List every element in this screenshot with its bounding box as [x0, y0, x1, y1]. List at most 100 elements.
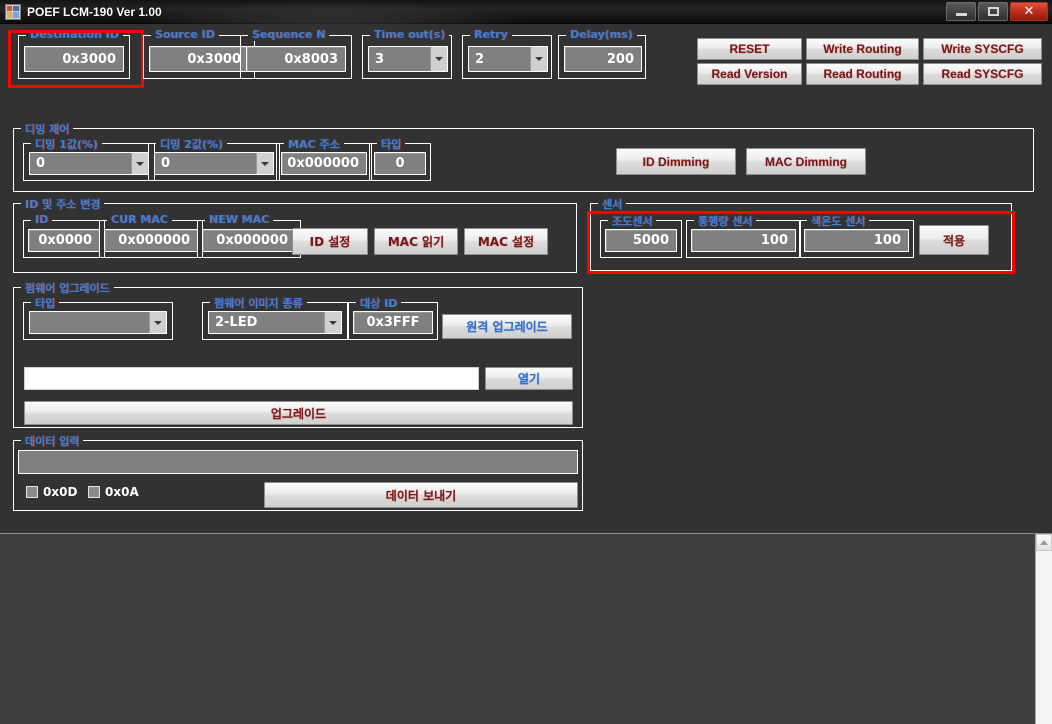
- checkbox-0x0a[interactable]: 0x0A: [88, 485, 139, 499]
- checkbox-0x0a-box[interactable]: [88, 486, 100, 498]
- group-label-data-input: 데이터 입력: [21, 433, 84, 449]
- chevron-down-icon[interactable]: [324, 312, 341, 333]
- group-id: ID 0x0000: [23, 213, 105, 258]
- group-label-dimming-mac-address: MAC 주소: [284, 136, 344, 152]
- id-set-button[interactable]: ID 설정: [292, 228, 368, 255]
- group-destination-id: Destination ID 0x3000: [18, 28, 130, 79]
- group-dimming-control: 디밍 제어 디밍 1값(%) 0 디밍 2값(%) 0 MAC 주소 0x000…: [13, 121, 1034, 192]
- id-dimming-button[interactable]: ID Dimming: [616, 148, 736, 175]
- firmware-path-value: [25, 368, 478, 374]
- delay-input[interactable]: 200: [564, 46, 642, 72]
- group-label-retry: Retry: [470, 28, 512, 41]
- chevron-down-icon[interactable]: [430, 47, 447, 71]
- scroll-up-icon[interactable]: [1036, 534, 1052, 551]
- illuminance-sensor-input[interactable]: 5000: [605, 229, 677, 252]
- app-icon: [5, 3, 21, 20]
- checkbox-0x0d-label: 0x0D: [43, 485, 78, 499]
- group-data-input: 데이터 입력 0x0D 0x0A 데이터 보내기: [13, 433, 583, 511]
- chevron-down-icon[interactable]: [256, 153, 273, 174]
- checkbox-0x0d-box[interactable]: [26, 486, 38, 498]
- target-id-input[interactable]: 0x3FFF: [353, 311, 433, 334]
- close-button[interactable]: ✕: [1010, 2, 1048, 21]
- group-label-traffic-sensor: 통행량 센서: [694, 213, 757, 229]
- write-routing-button[interactable]: Write Routing: [806, 38, 919, 60]
- id-input[interactable]: 0x0000: [28, 229, 100, 252]
- group-label-time-out: Time out(s): [370, 28, 450, 41]
- dimming-value-2-combo[interactable]: 0: [154, 152, 274, 175]
- minimize-button[interactable]: [946, 2, 976, 21]
- title-bar[interactable]: POEF LCM-190 Ver 1.00 ✕: [0, 0, 1052, 24]
- minimize-icon: [955, 13, 967, 16]
- sequence-n-input[interactable]: 0x8003: [246, 46, 346, 72]
- group-dimming-mac-address: MAC 주소 0x000000: [276, 136, 372, 181]
- maximize-icon: [987, 7, 999, 16]
- window-title: POEF LCM-190 Ver 1.00: [27, 4, 162, 19]
- group-illuminance-sensor: 조도센서 5000: [600, 213, 682, 258]
- group-retry: Retry 2: [462, 28, 552, 79]
- send-data-button[interactable]: 데이터 보내기: [264, 482, 578, 508]
- group-label-firmware-type: 타입: [31, 295, 60, 311]
- firmware-path-input[interactable]: [24, 367, 479, 390]
- traffic-sensor-input[interactable]: 100: [691, 229, 796, 252]
- group-new-mac: NEW MAC 0x000000: [197, 213, 301, 258]
- group-label-dimming-control: 디밍 제어: [21, 121, 74, 137]
- read-routing-button[interactable]: Read Routing: [806, 63, 919, 85]
- data-input-field[interactable]: [18, 450, 578, 474]
- checkbox-0x0a-label: 0x0A: [105, 485, 139, 499]
- dimming-value-1-value: 0: [36, 156, 46, 171]
- group-label-firmware-image-type: 펌웨어 이미지 종류: [210, 295, 307, 311]
- new-mac-input[interactable]: 0x000000: [202, 229, 296, 252]
- mac-dimming-button[interactable]: MAC Dimming: [746, 148, 866, 175]
- group-label-dimming-type: 타입: [377, 136, 406, 152]
- group-label-id-address-change: ID 및 주소 변경: [21, 196, 105, 212]
- group-cur-mac: CUR MAC 0x000000: [99, 213, 203, 258]
- upgrade-button[interactable]: 업그레이드: [24, 401, 573, 425]
- source-id-input[interactable]: 0x3000: [149, 46, 249, 72]
- chevron-down-icon[interactable]: [530, 47, 547, 71]
- color-temp-sensor-input[interactable]: 100: [804, 229, 909, 252]
- group-label-new-mac: NEW MAC: [205, 213, 274, 226]
- group-label-firmware-upgrade: 펌웨어 업그레이드: [21, 280, 114, 296]
- time-out-value: 3: [375, 51, 385, 67]
- log-panel-content: [0, 534, 1052, 542]
- checkbox-0x0d[interactable]: 0x0D: [26, 485, 77, 499]
- cur-mac-input[interactable]: 0x000000: [104, 229, 198, 252]
- group-label-color-temp-sensor: 색온도 센서: [807, 213, 870, 229]
- group-sequence-n: Sequence N 0x8003: [240, 28, 352, 79]
- group-firmware-upgrade: 펌웨어 업그레이드 타입 펌웨어 이미지 종류 2-LED 대상 ID 0x3F…: [13, 280, 583, 428]
- write-syscfg-button[interactable]: Write SYSCFG: [923, 38, 1042, 60]
- group-label-id: ID: [31, 213, 53, 226]
- read-version-button[interactable]: Read Version: [697, 63, 802, 85]
- dimming-value-1-combo[interactable]: 0: [29, 152, 149, 175]
- scrollbar-track[interactable]: [1036, 551, 1052, 724]
- firmware-type-combo[interactable]: [29, 311, 167, 334]
- reset-button[interactable]: RESET: [697, 38, 802, 60]
- chevron-down-icon[interactable]: [131, 153, 148, 174]
- log-panel[interactable]: [0, 533, 1052, 724]
- firmware-image-type-combo[interactable]: 2-LED: [208, 311, 342, 334]
- read-syscfg-button[interactable]: Read SYSCFG: [923, 63, 1042, 85]
- group-label-cur-mac: CUR MAC: [107, 213, 172, 226]
- group-firmware-image-type: 펌웨어 이미지 종류 2-LED: [202, 295, 348, 340]
- retry-value: 2: [475, 51, 485, 67]
- dimming-mac-address-input[interactable]: 0x000000: [281, 152, 367, 175]
- mac-read-button[interactable]: MAC 읽기: [374, 228, 458, 255]
- maximize-button[interactable]: [978, 2, 1008, 21]
- chevron-down-icon[interactable]: [149, 312, 166, 333]
- destination-id-input[interactable]: 0x3000: [24, 46, 124, 72]
- open-file-button[interactable]: 열기: [485, 367, 573, 390]
- dimming-type-input[interactable]: 0: [374, 152, 426, 175]
- group-dimming-type: 타입 0: [369, 136, 431, 181]
- time-out-combo[interactable]: 3: [368, 46, 448, 72]
- mac-set-button[interactable]: MAC 설정: [464, 228, 548, 255]
- group-delay: Delay(ms) 200: [558, 28, 646, 79]
- log-panel-scrollbar[interactable]: [1035, 534, 1052, 724]
- group-label-dimming-value-1: 디밍 1값(%): [31, 136, 102, 152]
- retry-combo[interactable]: 2: [468, 46, 548, 72]
- group-label-delay: Delay(ms): [566, 28, 637, 41]
- remote-upgrade-button[interactable]: 원격 업그레이드: [442, 314, 572, 339]
- data-input-value: [19, 451, 577, 459]
- group-target-id: 대상 ID 0x3FFF: [348, 295, 438, 340]
- group-firmware-type: 타입: [23, 295, 173, 340]
- sensor-apply-button[interactable]: 적용: [919, 225, 989, 255]
